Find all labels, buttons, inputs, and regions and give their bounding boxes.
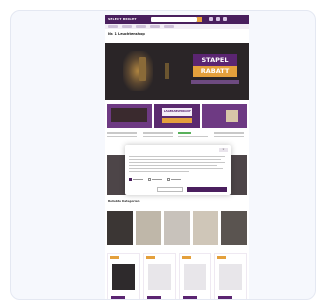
promo-row: LAGERABVERKAUF	[107, 104, 247, 128]
category-tile[interactable]	[221, 211, 247, 245]
cookie-options	[129, 178, 181, 181]
usp-item	[142, 130, 177, 144]
product-badge	[181, 256, 191, 259]
cookie-text-line	[129, 156, 225, 158]
category-nav	[105, 24, 249, 29]
cookie-option[interactable]	[148, 178, 162, 181]
section-title: Beliebte Kategorien	[108, 199, 140, 203]
cart-icon[interactable]	[223, 17, 227, 21]
cookie-consent-dialog: ×	[125, 145, 231, 195]
search-icon[interactable]	[197, 17, 202, 22]
page-title: Nr. 1 Leuchtenshop	[108, 32, 145, 36]
search-input[interactable]	[151, 17, 197, 22]
category-tile[interactable]	[192, 211, 219, 245]
nav-item[interactable]	[122, 25, 132, 28]
product-image[interactable]	[112, 264, 135, 290]
product-card[interactable]	[107, 253, 140, 299]
usp-item	[213, 130, 248, 144]
promo-label: LAGERABVERKAUF	[163, 110, 191, 113]
promo-card-sale[interactable]: LAGERABVERKAUF	[154, 104, 200, 128]
promo-cta	[162, 118, 193, 123]
product-price	[111, 296, 125, 299]
promo-image	[225, 110, 238, 122]
category-tile[interactable]	[107, 211, 133, 245]
product-badge	[145, 256, 155, 259]
product-image[interactable]	[219, 264, 242, 290]
nav-item[interactable]	[108, 25, 118, 28]
cookie-text-line	[129, 165, 217, 167]
product-card[interactable]	[214, 253, 247, 299]
hero-banner[interactable]: STAPEL RABATT	[105, 43, 249, 100]
hero-headline-bottom: RABATT	[193, 66, 237, 77]
product-row	[107, 253, 247, 299]
usp-item	[178, 130, 212, 144]
product-badge	[110, 256, 119, 259]
checkbox-icon[interactable]	[129, 178, 132, 181]
checkbox-icon[interactable]	[148, 178, 151, 181]
usp-row	[107, 130, 247, 144]
product-price	[146, 296, 161, 299]
cookie-option[interactable]	[167, 178, 181, 181]
hero-lamp-image	[139, 57, 146, 81]
promo-card[interactable]	[107, 104, 153, 128]
promo-card[interactable]	[201, 104, 247, 128]
cookie-text-line	[129, 159, 221, 161]
cookie-option[interactable]	[129, 178, 143, 181]
nav-item[interactable]	[164, 25, 174, 28]
promo-image	[111, 108, 147, 122]
webpage[interactable]: SELECT BRIGHT Nr. 1 Leuchtenshop STAPEL …	[105, 15, 249, 299]
accept-all-cookies-button[interactable]	[187, 187, 227, 192]
hero-line1: STAPEL	[201, 56, 229, 64]
category-tile[interactable]	[164, 211, 190, 245]
category-tiles	[107, 211, 247, 245]
heart-icon[interactable]	[216, 17, 220, 21]
nav-item[interactable]	[150, 25, 160, 28]
hero-headline-top: STAPEL	[193, 54, 237, 66]
product-price	[218, 296, 233, 299]
category-tile[interactable]	[135, 211, 162, 245]
hero-line2: RABATT	[200, 67, 230, 75]
user-icon[interactable]	[209, 17, 213, 21]
hero-image-glow	[123, 51, 153, 91]
close-icon[interactable]: ×	[219, 148, 228, 152]
product-badge	[217, 256, 227, 259]
nav-item[interactable]	[136, 25, 146, 28]
product-card[interactable]	[178, 253, 212, 299]
product-image[interactable]	[147, 264, 171, 290]
product-card[interactable]	[142, 253, 176, 299]
promo-label-box: LAGERABVERKAUF	[162, 108, 193, 116]
cookie-settings-button[interactable]	[157, 187, 183, 192]
usp-item	[107, 130, 141, 144]
cookie-text-line	[129, 171, 189, 173]
header-icons	[209, 17, 227, 21]
site-header: SELECT BRIGHT	[105, 15, 249, 24]
hero-subline	[191, 80, 239, 84]
checkbox-icon[interactable]	[167, 178, 170, 181]
site-logo[interactable]: SELECT BRIGHT	[108, 17, 137, 21]
hero-lamp-image	[165, 63, 169, 79]
cookie-text-line	[129, 168, 223, 170]
product-price	[182, 296, 197, 299]
browser-card: SELECT BRIGHT Nr. 1 Leuchtenshop STAPEL …	[10, 10, 316, 300]
product-image[interactable]	[183, 264, 207, 290]
cookie-text-line	[129, 162, 225, 164]
